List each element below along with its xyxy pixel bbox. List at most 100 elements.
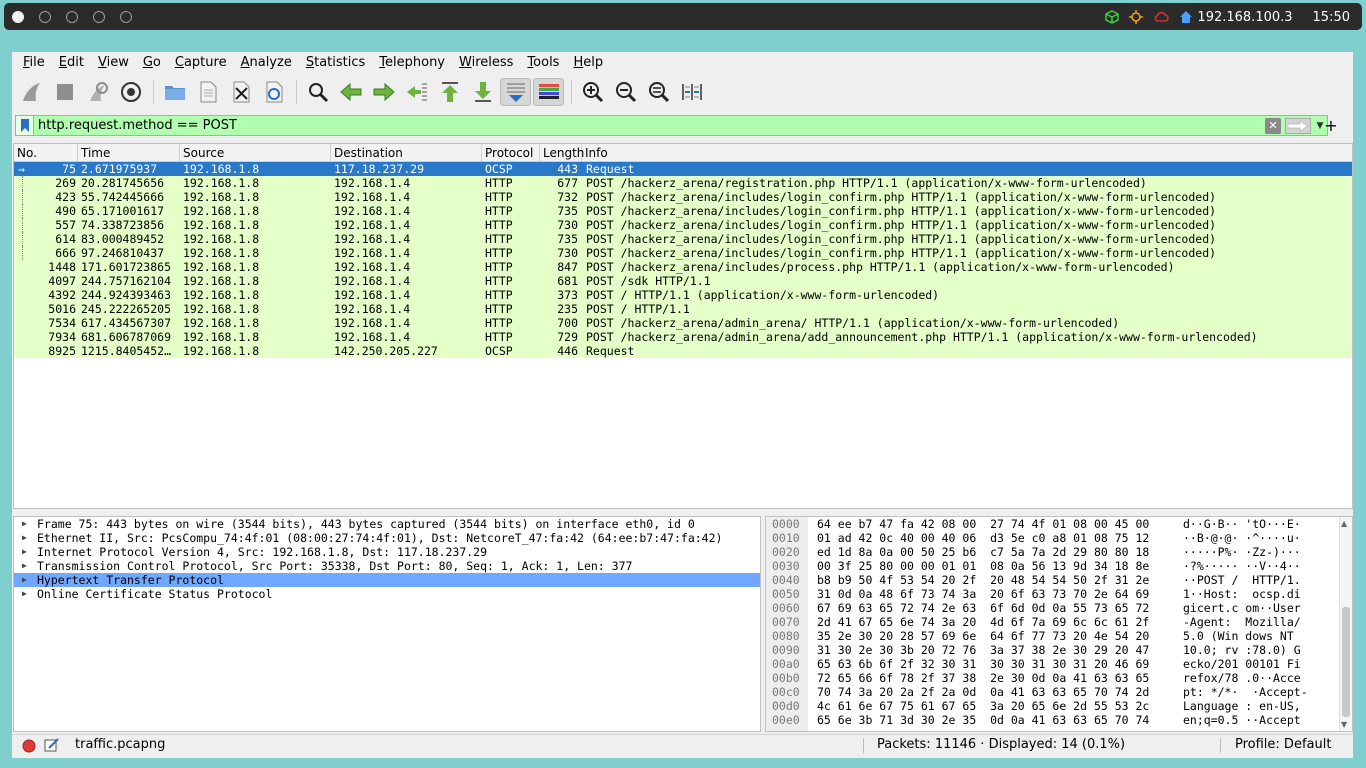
reload-file-button[interactable] <box>258 78 289 106</box>
detail-tree-item[interactable]: ▶ Ethernet II, Src: PcsCompu_74:4f:01 (08… <box>14 531 760 545</box>
packet-row[interactable]: 1448 171.601723865 192.168.1.8 192.168.1.4 H… <box>14 260 1352 274</box>
expand-arrow-icon[interactable]: ▶ <box>22 517 27 531</box>
scroll-down-icon[interactable]: ▼ <box>1341 720 1347 729</box>
detail-tree-item[interactable]: ▶ Frame 75: 443 bytes on wire (3544 bits)… <box>14 517 760 531</box>
open-file-button[interactable] <box>159 78 190 106</box>
column-header-length[interactable]: Length <box>540 144 584 162</box>
column-header-info[interactable]: Info <box>582 144 1352 162</box>
workspace-1-indicator[interactable] <box>12 11 24 23</box>
column-header-no[interactable]: No. <box>14 144 78 162</box>
workspace-2-indicator[interactable] <box>39 11 51 23</box>
packet-destination: 192.168.1.4 <box>334 218 411 232</box>
package-icon[interactable] <box>1105 10 1120 24</box>
close-file-button[interactable] <box>225 78 256 106</box>
packet-source: 192.168.1.8 <box>183 316 260 330</box>
bytes-scrollbar[interactable]: ▲ ▼ <box>1339 517 1352 731</box>
detail-tree-item[interactable]: ▶ Transmission Control Protocol, Src Port… <box>14 559 760 573</box>
menu-go[interactable]: Go <box>136 52 168 74</box>
menu-tools[interactable]: Tools <box>520 52 566 74</box>
shark-fin-icon <box>22 83 40 101</box>
packet-row[interactable]: 7934 681.606787069 192.168.1.8 192.168.1.4 H… <box>14 330 1352 344</box>
bytes-off: 0080 <box>766 629 808 643</box>
capture-options-button[interactable] <box>115 78 146 106</box>
clear-filter-button[interactable]: ✕ <box>1265 117 1281 134</box>
bytes-hex: 65 6e 3b 71 3d 30 2e 35 0d 0a 41 63 63 6… <box>817 713 1150 727</box>
packet-row[interactable]: 8925 1215.8405452… 192.168.1.8 142.250.205.… <box>14 344 1352 358</box>
first-packet-button[interactable] <box>434 78 465 106</box>
packet-row[interactable]: 269 20.281745656 192.168.1.8 192.168.1.4 HTT… <box>14 176 1352 190</box>
menu-statistics[interactable]: Statistics <box>299 52 372 74</box>
go-back-button[interactable] <box>335 78 366 106</box>
colorize-toggle[interactable] <box>533 78 564 106</box>
menu-help[interactable]: Help <box>566 52 610 74</box>
packet-no: 557 <box>55 218 76 232</box>
column-header-destination[interactable]: Destination <box>331 144 482 162</box>
packet-row[interactable]: 5016 245.222265205 192.168.1.8 192.168.1.4 H… <box>14 302 1352 316</box>
gear-icon <box>120 82 141 102</box>
packet-row[interactable]: 490 65.171001617 192.168.1.8 192.168.1.4 HTT… <box>14 204 1352 218</box>
packet-row[interactable]: 666 97.246810437 192.168.1.8 192.168.1.4 HTT… <box>14 246 1352 260</box>
network-icon[interactable] <box>1129 10 1144 24</box>
folder-icon <box>164 86 185 100</box>
workspace-3-indicator[interactable] <box>66 11 78 23</box>
autoscroll-toggle[interactable] <box>500 78 531 106</box>
expand-arrow-icon[interactable]: ▶ <box>22 559 27 573</box>
expert-info-icon[interactable] <box>22 739 36 757</box>
menu-file[interactable]: File <box>16 52 52 74</box>
packet-info: Request <box>586 162 635 176</box>
workspace-4-indicator[interactable] <box>93 11 105 23</box>
packet-row[interactable]: 614 83.000489452 192.168.1.8 192.168.1.4 HTT… <box>14 232 1352 246</box>
stop-capture-button[interactable] <box>49 78 80 106</box>
scroll-up-icon[interactable]: ▲ <box>1341 519 1347 528</box>
column-header-protocol[interactable]: Protocol <box>482 144 540 162</box>
normal-size-button[interactable] <box>643 78 674 106</box>
add-filter-button[interactable]: + <box>1321 115 1341 136</box>
detail-tree-item[interactable]: ▶ Online Certificate Status Protocol <box>14 587 760 601</box>
packet-row[interactable]: → 75 2.671975937 192.168.1.8 117.18.237.29 OC… <box>14 162 1352 176</box>
last-packet-button[interactable] <box>467 78 498 106</box>
zoom-out-button[interactable] <box>610 78 641 106</box>
menu-edit[interactable]: Edit <box>52 52 91 74</box>
close-file-icon <box>233 81 249 103</box>
go-to-packet-button[interactable] <box>401 78 432 106</box>
profile-selector[interactable]: Profile: Default <box>1235 737 1331 752</box>
menu-telephony[interactable]: Telephony <box>372 52 452 74</box>
start-capture-button[interactable] <box>16 78 47 106</box>
save-file-button[interactable] <box>192 78 223 106</box>
packet-source: 192.168.1.8 <box>183 232 260 246</box>
resize-columns-button[interactable] <box>676 78 707 106</box>
workspace-5-indicator[interactable] <box>120 11 132 23</box>
zoom-in-button[interactable] <box>577 78 608 106</box>
expand-arrow-icon[interactable]: ▶ <box>22 545 27 559</box>
expand-arrow-icon[interactable]: ▶ <box>22 573 27 587</box>
column-header-time[interactable]: Time <box>78 144 180 162</box>
restart-capture-button[interactable] <box>82 78 113 106</box>
clock[interactable]: 15:50 <box>1313 10 1350 25</box>
packet-no: 4392 <box>48 288 76 302</box>
column-header-source[interactable]: Source <box>180 144 331 162</box>
find-packet-button[interactable] <box>302 78 333 106</box>
apply-filter-button[interactable] <box>1285 117 1311 134</box>
packet-row[interactable]: 4392 244.924393463 192.168.1.8 192.168.1.4 H… <box>14 288 1352 302</box>
expand-arrow-icon[interactable]: ▶ <box>22 531 27 545</box>
detail-tree-item[interactable]: ▶ Hypertext Transfer Protocol <box>14 573 760 587</box>
display-filter-input[interactable] <box>34 116 1265 135</box>
packet-row[interactable]: 4097 244.757162104 192.168.1.8 192.168.1.4 H… <box>14 274 1352 288</box>
expand-arrow-icon[interactable]: ▶ <box>22 587 27 601</box>
packet-row[interactable]: 7534 617.434567307 192.168.1.8 192.168.1.4 H… <box>14 316 1352 330</box>
packet-destination: 117.18.237.29 <box>334 162 425 176</box>
cloud-icon[interactable] <box>1153 10 1170 24</box>
menu-view[interactable]: View <box>91 52 136 74</box>
menu-capture[interactable]: Capture <box>168 52 234 74</box>
capture-comment-icon[interactable] <box>44 738 60 756</box>
main-toolbar <box>16 77 709 107</box>
packet-row[interactable]: 423 55.742445666 192.168.1.8 192.168.1.4 HTT… <box>14 190 1352 204</box>
go-forward-button[interactable] <box>368 78 399 106</box>
scrollbar-thumb[interactable] <box>1342 607 1350 717</box>
packet-row[interactable]: 557 74.338723856 192.168.1.8 192.168.1.4 HTT… <box>14 218 1352 232</box>
menu-analyze[interactable]: Analyze <box>234 52 299 74</box>
detail-tree-item[interactable]: ▶ Internet Protocol Version 4, Src: 192.1… <box>14 545 760 559</box>
arrow-top-icon <box>441 82 458 102</box>
filter-bookmark-button[interactable] <box>16 116 34 135</box>
menu-wireless[interactable]: Wireless <box>452 52 520 74</box>
